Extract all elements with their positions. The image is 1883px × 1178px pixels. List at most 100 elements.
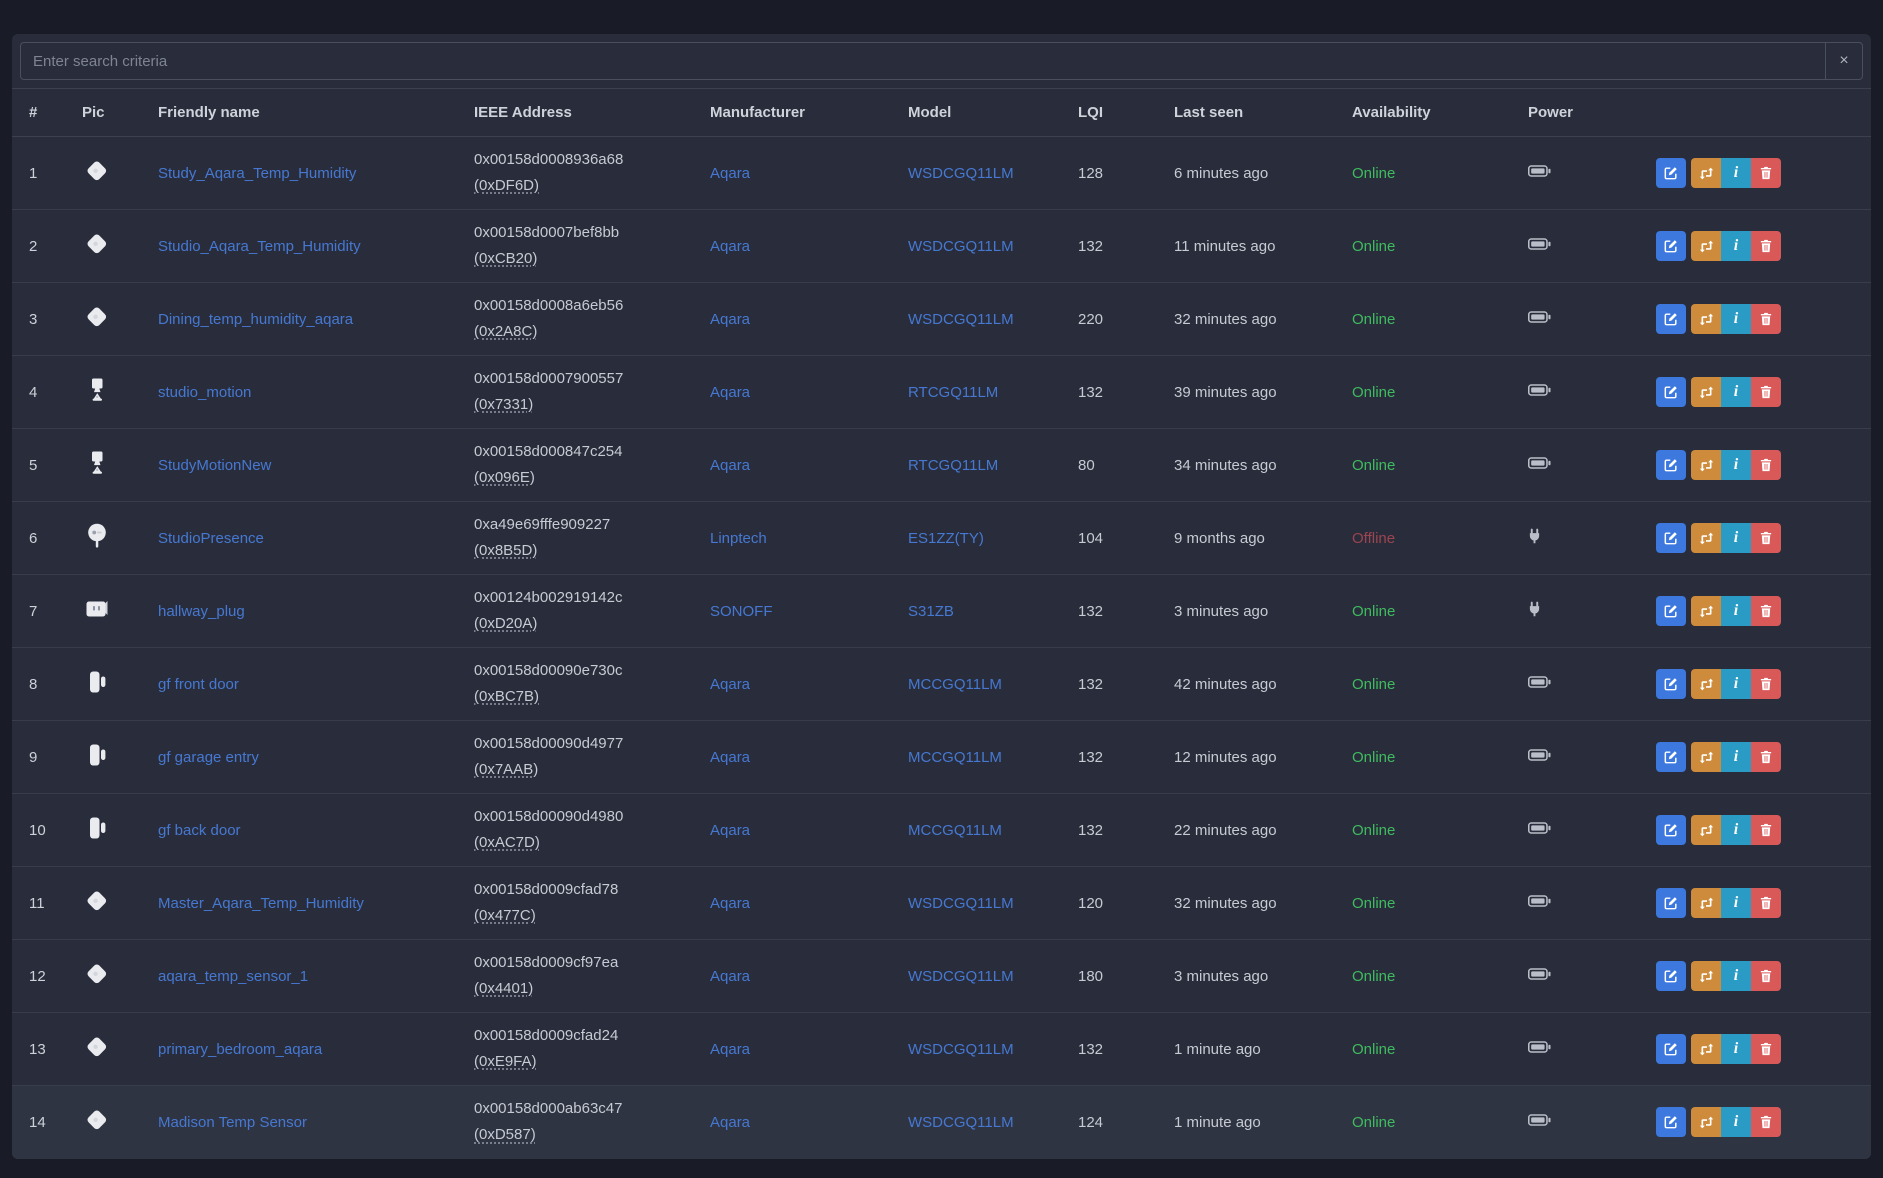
info-button[interactable]: i	[1721, 669, 1751, 699]
remove-button[interactable]	[1751, 304, 1781, 334]
manufacturer-link[interactable]: Aqara	[710, 311, 750, 328]
search-input[interactable]	[20, 42, 1825, 80]
model-link[interactable]: WSDCGQ11LM	[908, 1041, 1014, 1058]
info-button[interactable]: i	[1721, 158, 1751, 188]
model-link[interactable]: WSDCGQ11LM	[908, 165, 1014, 182]
rename-button[interactable]	[1656, 377, 1686, 407]
remove-button[interactable]	[1751, 596, 1781, 626]
rename-button[interactable]	[1656, 815, 1686, 845]
model-link[interactable]: RTCGQ11LM	[908, 384, 998, 401]
reconfigure-button[interactable]	[1691, 815, 1721, 845]
friendly-name-link[interactable]: Madison Temp Sensor	[158, 1114, 307, 1131]
info-button[interactable]: i	[1721, 523, 1751, 553]
model-link[interactable]: WSDCGQ11LM	[908, 311, 1014, 328]
info-button[interactable]: i	[1721, 961, 1751, 991]
remove-button[interactable]	[1751, 961, 1781, 991]
remove-button[interactable]	[1751, 523, 1781, 553]
info-button[interactable]: i	[1721, 742, 1751, 772]
model-link[interactable]: MCCGQ11LM	[908, 749, 1002, 766]
reconfigure-button[interactable]	[1691, 450, 1721, 480]
rename-button[interactable]	[1656, 450, 1686, 480]
manufacturer-link[interactable]: Aqara	[710, 749, 750, 766]
model-link[interactable]: WSDCGQ11LM	[908, 1114, 1014, 1131]
remove-button[interactable]	[1751, 888, 1781, 918]
manufacturer-link[interactable]: SONOFF	[710, 603, 773, 620]
clear-search-button[interactable]: ×	[1825, 42, 1863, 80]
remove-button[interactable]	[1751, 669, 1781, 699]
manufacturer-link[interactable]: Aqara	[710, 676, 750, 693]
info-button[interactable]: i	[1721, 231, 1751, 261]
friendly-name-link[interactable]: gf front door	[158, 676, 239, 693]
rename-button[interactable]	[1656, 304, 1686, 334]
rename-button[interactable]	[1656, 1107, 1686, 1138]
remove-button[interactable]	[1751, 1107, 1781, 1138]
reconfigure-button[interactable]	[1691, 523, 1721, 553]
model-link[interactable]: ES1ZZ(TY)	[908, 530, 984, 547]
remove-button[interactable]	[1751, 815, 1781, 845]
reconfigure-button[interactable]	[1691, 1034, 1721, 1064]
friendly-name-link[interactable]: StudyMotionNew	[158, 457, 271, 474]
model-link[interactable]: WSDCGQ11LM	[908, 238, 1014, 255]
manufacturer-link[interactable]: Linptech	[710, 530, 767, 547]
model-link[interactable]: WSDCGQ11LM	[908, 968, 1014, 985]
friendly-name-link[interactable]: studio_motion	[158, 384, 251, 401]
friendly-name-link[interactable]: aqara_temp_sensor_1	[158, 968, 308, 985]
rename-button[interactable]	[1656, 158, 1686, 188]
friendly-name-link[interactable]: hallway_plug	[158, 603, 245, 620]
reconfigure-button[interactable]	[1691, 158, 1721, 188]
info-button[interactable]: i	[1721, 304, 1751, 334]
model-link[interactable]: MCCGQ11LM	[908, 822, 1002, 839]
reconfigure-button[interactable]	[1691, 304, 1721, 334]
friendly-name-link[interactable]: StudioPresence	[158, 530, 264, 547]
model-link[interactable]: MCCGQ11LM	[908, 676, 1002, 693]
remove-button[interactable]	[1751, 231, 1781, 261]
friendly-name-link[interactable]: Master_Aqara_Temp_Humidity	[158, 895, 364, 912]
info-button[interactable]: i	[1721, 1034, 1751, 1064]
friendly-name-link[interactable]: Dining_temp_humidity_aqara	[158, 311, 353, 328]
info-button[interactable]: i	[1721, 815, 1751, 845]
info-button[interactable]: i	[1721, 596, 1751, 626]
rename-button[interactable]	[1656, 596, 1686, 626]
reconfigure-button[interactable]	[1691, 961, 1721, 991]
reconfigure-button[interactable]	[1691, 596, 1721, 626]
manufacturer-link[interactable]: Aqara	[710, 384, 750, 401]
info-button[interactable]: i	[1721, 450, 1751, 480]
reconfigure-button[interactable]	[1691, 377, 1721, 407]
friendly-name-link[interactable]: gf back door	[158, 822, 241, 839]
reconfigure-button[interactable]	[1691, 231, 1721, 261]
remove-button[interactable]	[1751, 742, 1781, 772]
reconfigure-button[interactable]	[1691, 1107, 1721, 1138]
rename-button[interactable]	[1656, 888, 1686, 918]
rename-button[interactable]	[1656, 231, 1686, 261]
info-button[interactable]: i	[1721, 1107, 1751, 1138]
manufacturer-link[interactable]: Aqara	[710, 238, 750, 255]
manufacturer-link[interactable]: Aqara	[710, 457, 750, 474]
manufacturer-link[interactable]: Aqara	[710, 1114, 750, 1131]
friendly-name-link[interactable]: Study_Aqara_Temp_Humidity	[158, 165, 356, 182]
remove-button[interactable]	[1751, 158, 1781, 188]
rename-button[interactable]	[1656, 742, 1686, 772]
manufacturer-link[interactable]: Aqara	[710, 895, 750, 912]
model-link[interactable]: RTCGQ11LM	[908, 457, 998, 474]
info-button[interactable]: i	[1721, 377, 1751, 407]
remove-button[interactable]	[1751, 377, 1781, 407]
rename-button[interactable]	[1656, 523, 1686, 553]
friendly-name-link[interactable]: primary_bedroom_aqara	[158, 1041, 322, 1058]
manufacturer-link[interactable]: Aqara	[710, 1041, 750, 1058]
remove-button[interactable]	[1751, 450, 1781, 480]
friendly-name-link[interactable]: gf garage entry	[158, 749, 259, 766]
manufacturer-link[interactable]: Aqara	[710, 165, 750, 182]
remove-button[interactable]	[1751, 1034, 1781, 1064]
reconfigure-button[interactable]	[1691, 669, 1721, 699]
manufacturer-link[interactable]: Aqara	[710, 822, 750, 839]
model-link[interactable]: WSDCGQ11LM	[908, 895, 1014, 912]
reconfigure-button[interactable]	[1691, 888, 1721, 918]
friendly-name-link[interactable]: Studio_Aqara_Temp_Humidity	[158, 238, 361, 255]
rename-button[interactable]	[1656, 1034, 1686, 1064]
manufacturer-link[interactable]: Aqara	[710, 968, 750, 985]
rename-button[interactable]	[1656, 961, 1686, 991]
rename-button[interactable]	[1656, 669, 1686, 699]
reconfigure-button[interactable]	[1691, 742, 1721, 772]
info-button[interactable]: i	[1721, 888, 1751, 918]
model-link[interactable]: S31ZB	[908, 603, 954, 620]
